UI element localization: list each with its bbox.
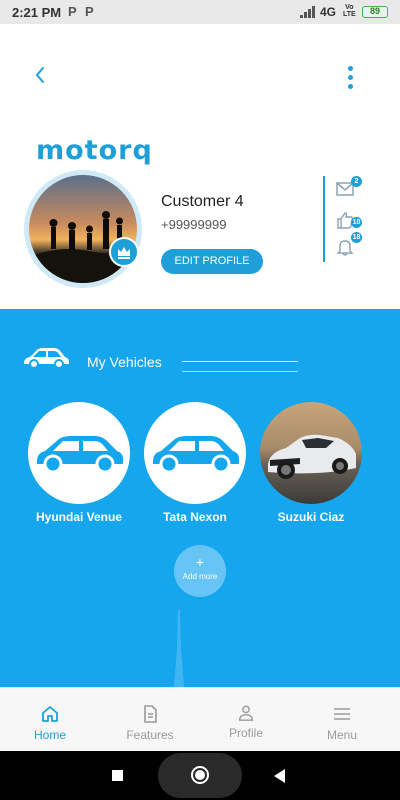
app-logo: motorq [36, 135, 153, 166]
notification-p-icon: P [68, 4, 77, 19]
system-back-button[interactable] [274, 769, 285, 783]
nav-features[interactable]: Features [100, 688, 200, 752]
battery-icon: 89 [362, 6, 388, 18]
network-type: 4G [320, 5, 337, 19]
premium-badge[interactable] [109, 237, 139, 267]
vertical-dots-icon [347, 66, 353, 71]
messages-badge: 2 [351, 176, 362, 187]
status-time: 2:21 PM [12, 5, 62, 20]
vehicle-image [260, 402, 362, 504]
nav-features-label: Features [126, 728, 174, 742]
vehicle-image [28, 402, 130, 504]
plus-icon: + [195, 554, 205, 570]
car-outline-icon [153, 436, 239, 474]
side-divider [323, 176, 325, 262]
nav-menu[interactable]: Menu [292, 688, 392, 752]
notifications-badge: 18 [351, 232, 362, 243]
likes-badge: 10 [351, 217, 362, 228]
volte-bottom: LTE [343, 11, 356, 18]
car-icon [24, 348, 69, 369]
dot [347, 84, 353, 89]
circle-icon [191, 766, 209, 784]
notifications-button[interactable]: 18 [336, 232, 362, 258]
edit-profile-button[interactable]: EDIT PROFILE [161, 249, 263, 274]
bottom-navigation: Home Features Profile Menu [0, 687, 400, 751]
system-navigation-bar [0, 751, 400, 800]
messages-button[interactable]: 2 [336, 176, 362, 202]
car-photo [268, 434, 356, 479]
nav-home[interactable]: Home [0, 688, 100, 752]
nav-profile-label: Profile [228, 726, 263, 740]
home-button[interactable] [158, 753, 242, 798]
likes-button[interactable]: 10 [336, 211, 362, 231]
avatar[interactable] [24, 170, 142, 288]
vehicle-card-hyundai-venue[interactable]: Hyundai Venue [28, 402, 130, 524]
vehicle-name: Tata Nexon [163, 510, 227, 524]
add-more-label: Add more [182, 572, 218, 581]
dot [347, 75, 353, 80]
divider [182, 371, 298, 372]
person-icon [238, 705, 254, 721]
hamburger-icon [334, 708, 350, 720]
notification-p-icon: P [85, 4, 94, 19]
vehicle-name: Hyundai Venue [35, 510, 123, 524]
home-icon [42, 706, 58, 722]
vehicle-image [144, 402, 246, 504]
nav-home-label: Home [33, 728, 66, 742]
crown-icon [118, 247, 130, 259]
nav-profile[interactable]: Profile [196, 688, 296, 752]
vehicle-card-tata-nexon[interactable]: Tata Nexon [144, 402, 246, 524]
nav-menu-label: Menu [326, 728, 358, 742]
document-icon [144, 705, 157, 723]
add-vehicle-button[interactable]: + Add more [174, 545, 226, 597]
divider [182, 361, 298, 362]
signal-icon [300, 6, 315, 18]
recent-apps-button[interactable] [112, 770, 123, 781]
status-bar: 2:21 PM P P 4G Vo LTE 89 [0, 0, 400, 24]
volte-top: Vo [345, 4, 354, 11]
chevron-left-icon [35, 67, 44, 83]
more-options-button[interactable] [342, 66, 358, 92]
customer-name: Customer 4 [161, 193, 244, 210]
back-button[interactable] [33, 64, 53, 88]
my-vehicles-title: My Vehicles [87, 354, 162, 370]
vehicles-section: My Vehicles Hyundai Venue Tata Nexon Suz… [0, 309, 400, 751]
car-outline-icon [37, 436, 123, 474]
customer-phone: +99999999 [161, 217, 227, 232]
volte-indicator: Vo LTE [343, 4, 356, 18]
vehicle-card-suzuki-ciaz[interactable]: Suzuki Ciaz [260, 402, 362, 524]
vehicle-name: Suzuki Ciaz [277, 510, 345, 524]
